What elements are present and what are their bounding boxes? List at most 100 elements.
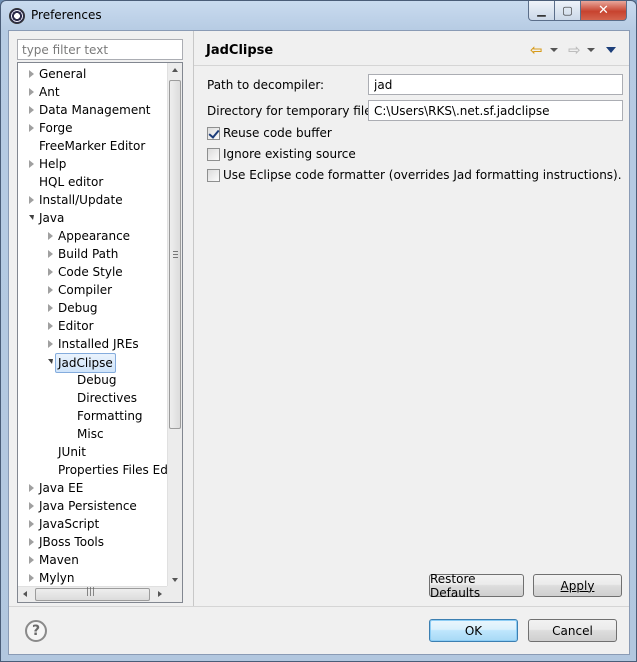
- grip-line: [173, 254, 178, 255]
- close-button[interactable]: ✕: [580, 1, 627, 21]
- eclipse-app-icon: [9, 8, 25, 24]
- maximize-button[interactable]: ▢: [554, 1, 581, 21]
- tree-item-label: HQL editor: [39, 175, 104, 189]
- expand-arrow-open-icon[interactable]: [48, 359, 53, 364]
- expand-arrow-icon[interactable]: [29, 538, 34, 546]
- page-title: JadClipse: [206, 43, 274, 58]
- expand-arrow-icon[interactable]: [48, 250, 53, 258]
- page-navigation: ⇦ ⇨: [530, 41, 620, 59]
- tree-item-label: Directives: [77, 391, 137, 405]
- tree-item-label: Compiler: [58, 283, 113, 297]
- expand-arrow-icon[interactable]: [48, 286, 53, 294]
- tree-item-label: Debug: [77, 373, 117, 387]
- tree-item-label: Code Style: [58, 265, 123, 279]
- scroll-up-arrow-icon[interactable]: [172, 68, 178, 72]
- expand-arrow-icon[interactable]: [29, 502, 34, 510]
- tree-item-label: Build Path: [58, 247, 119, 261]
- filter-input[interactable]: [17, 39, 183, 60]
- eclipse-formatter-checkbox[interactable]: [207, 169, 220, 182]
- restore-defaults-label: Restore Defaults: [430, 571, 481, 600]
- ignore-existing-source-label[interactable]: Ignore existing source: [223, 146, 356, 162]
- tree-item-label: JadClipse: [55, 353, 116, 373]
- tree-item-label: Help: [39, 157, 67, 171]
- cancel-button[interactable]: Cancel: [528, 619, 617, 642]
- ok-button[interactable]: OK: [429, 619, 518, 642]
- tree-item-label: FreeMarker Editor: [39, 139, 146, 153]
- grip-icon: |||: [86, 587, 96, 597]
- tree-item-label: JBoss Tools: [39, 535, 104, 549]
- tree-item-label: JUnit: [58, 445, 86, 459]
- temp-directory-label: Directory for temporary files:: [207, 104, 382, 118]
- scroll-left-arrow-icon[interactable]: [23, 591, 27, 597]
- expand-arrow-open-icon[interactable]: [29, 215, 34, 220]
- tree-item-label: Java EE: [39, 481, 84, 495]
- expand-arrow-icon[interactable]: [48, 232, 53, 240]
- tree-item-label: Maven: [39, 553, 79, 567]
- reuse-code-buffer-checkbox[interactable]: [207, 127, 220, 140]
- apply-button[interactable]: Apply: [533, 574, 622, 597]
- tree-item-label: Formatting: [77, 409, 143, 423]
- expand-arrow-icon[interactable]: [29, 88, 34, 96]
- vertical-scrollbar[interactable]: [167, 63, 182, 587]
- tree-item-label: Installed JREs: [58, 337, 139, 351]
- help-icon[interactable]: ?: [25, 620, 47, 642]
- apply-label: Apply: [560, 578, 595, 593]
- navigation-pane: General Ant Data Management Forge FreeMarker…: [9, 31, 193, 606]
- tree-item-label: Data Management: [39, 103, 151, 117]
- expand-arrow-icon[interactable]: [29, 520, 34, 528]
- horizontal-scroll-thumb[interactable]: |||: [35, 587, 150, 601]
- preferences-window: Preferences ▁ ▢ ✕ General Ant Data Managem…: [0, 0, 637, 662]
- decompiler-path-label: Path to decompiler:: [207, 78, 325, 92]
- scroll-right-arrow-icon[interactable]: [158, 591, 162, 597]
- horizontal-scrollbar[interactable]: |||: [18, 586, 167, 602]
- expand-arrow-icon[interactable]: [29, 574, 34, 582]
- title-separator: [194, 65, 629, 66]
- window-title: Preferences: [31, 8, 102, 22]
- back-arrow-icon[interactable]: ⇦: [530, 43, 546, 58]
- ignore-existing-source-checkbox[interactable]: [207, 148, 220, 161]
- forward-arrow-icon[interactable]: ⇨: [568, 43, 584, 58]
- forward-history-dropdown-icon[interactable]: [587, 48, 595, 52]
- tree-item-label: Java Persistence: [39, 499, 137, 513]
- button-bar-separator: [9, 606, 629, 607]
- expand-arrow-icon[interactable]: [29, 124, 34, 132]
- tree-item-label: Mylyn: [39, 571, 75, 585]
- tree-item-label: Properties Files Edito: [58, 463, 183, 477]
- scroll-down-arrow-icon[interactable]: [172, 578, 178, 582]
- cancel-label: Cancel: [552, 623, 593, 638]
- expand-arrow-icon[interactable]: [29, 160, 34, 168]
- preference-page: JadClipse ⇦ ⇨ Path to decompiler: Direct…: [194, 31, 629, 606]
- expand-arrow-icon[interactable]: [29, 196, 34, 204]
- title-bar[interactable]: Preferences ▁ ▢ ✕: [1, 1, 636, 30]
- tree-item-label: Editor: [58, 319, 94, 333]
- minimize-button[interactable]: ▁: [528, 1, 555, 21]
- eclipse-formatter-label[interactable]: Use Eclipse code formatter (overrides Ja…: [223, 167, 622, 183]
- tree-item-label: General: [39, 67, 87, 81]
- expand-arrow-icon[interactable]: [29, 70, 34, 78]
- tree-item-label: Ant: [39, 85, 60, 99]
- tree-item-label: Debug: [58, 301, 98, 315]
- tree-item-label: Forge: [39, 121, 73, 135]
- tree-item-label: Misc: [77, 427, 104, 441]
- ok-label: OK: [464, 623, 483, 638]
- expand-arrow-icon[interactable]: [48, 268, 53, 276]
- tree-item-label: Java: [39, 211, 65, 225]
- temp-directory-input[interactable]: [368, 100, 623, 121]
- back-history-dropdown-icon[interactable]: [550, 48, 558, 52]
- expand-arrow-icon[interactable]: [29, 556, 34, 564]
- expand-arrow-icon[interactable]: [48, 340, 53, 348]
- tree-item-label: Install/Update: [39, 193, 123, 207]
- view-menu-icon[interactable]: [606, 47, 616, 53]
- expand-arrow-icon[interactable]: [48, 304, 53, 312]
- dialog-body: General Ant Data Management Forge FreeMarker…: [8, 30, 630, 655]
- preference-tree[interactable]: General Ant Data Management Forge FreeMarker…: [17, 62, 183, 603]
- expand-arrow-icon[interactable]: [29, 106, 34, 114]
- decompiler-path-input[interactable]: [368, 74, 623, 95]
- reuse-code-buffer-label[interactable]: Reuse code buffer: [223, 125, 332, 141]
- expand-arrow-icon[interactable]: [29, 484, 34, 492]
- vertical-scroll-thumb[interactable]: [169, 80, 181, 429]
- expand-arrow-icon[interactable]: [48, 322, 53, 330]
- tree-item-label: Appearance: [58, 229, 131, 243]
- restore-defaults-button[interactable]: Restore Defaults: [429, 571, 524, 600]
- scroll-corner: [167, 586, 182, 602]
